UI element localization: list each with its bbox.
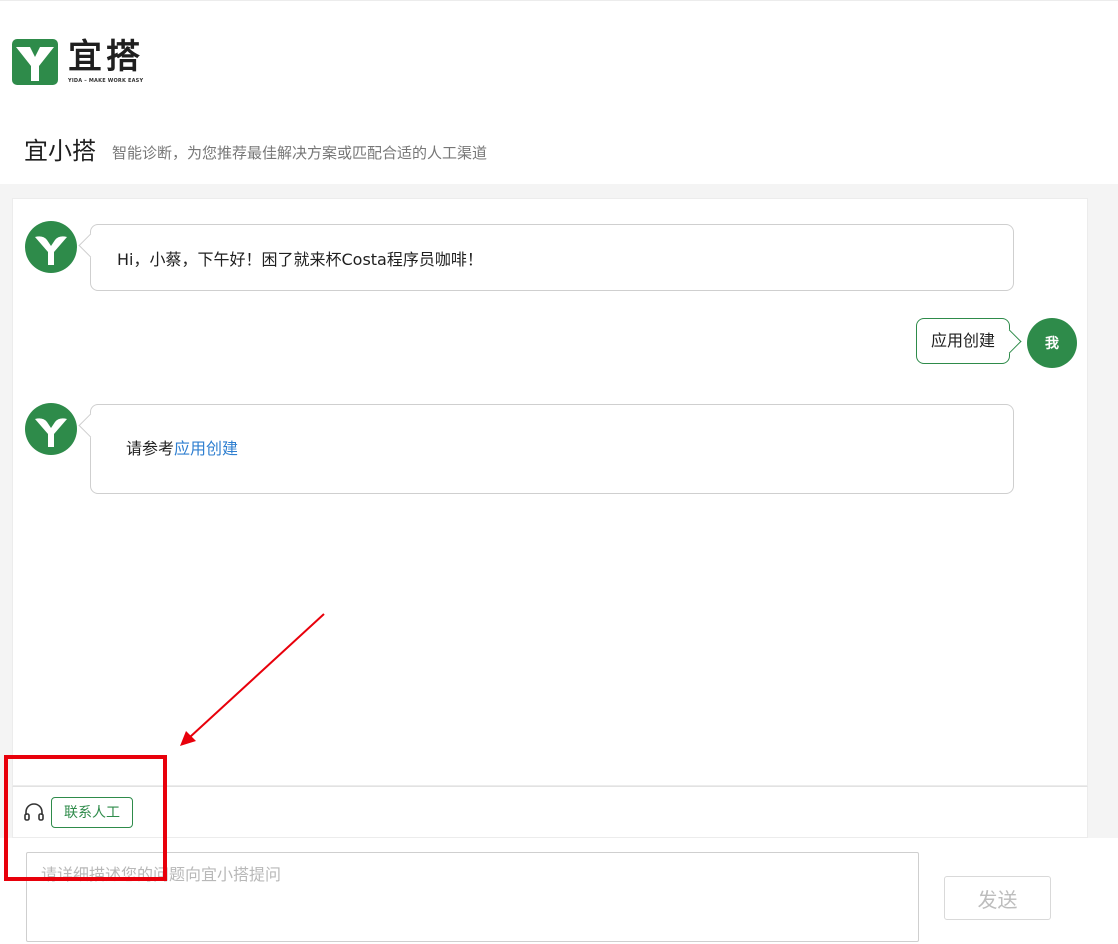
chat-toolbar: 联系人工	[12, 786, 1088, 838]
user-message-text: 应用创建	[931, 331, 996, 350]
bot-message-prefix: 请参考	[126, 439, 175, 458]
question-input[interactable]	[26, 852, 919, 942]
contact-human-button[interactable]: 联系人工	[51, 797, 133, 828]
user-avatar-label: 我	[1045, 336, 1059, 352]
bot-avatar-icon	[25, 403, 77, 455]
send-button[interactable]: 发送	[944, 876, 1051, 920]
chat-panel: Hi，小蔡，下午好！困了就来杯Costa程序员咖啡！ 应用创建 我 请参考应用创…	[12, 198, 1088, 786]
bot-message-bubble: 请参考应用创建	[90, 404, 1014, 494]
bot-message-text: Hi，小蔡，下午好！困了就来杯Costa程序员咖啡！	[117, 250, 483, 269]
logo-tagline: YIDA – MAKE WORK EASY	[68, 78, 144, 84]
headset-icon[interactable]	[23, 801, 45, 823]
page-title: 宜小搭	[24, 137, 96, 165]
yida-logo-icon	[12, 39, 58, 85]
doc-link-app-create[interactable]: 应用创建	[174, 439, 238, 458]
user-avatar: 我	[1027, 318, 1077, 368]
page-subtitle: 智能诊断，为您推荐最佳解决方案或匹配合适的人工渠道	[112, 144, 488, 162]
composer-area: 发送	[0, 838, 1118, 944]
logo-text: 宜搭	[68, 37, 144, 77]
user-message-bubble: 应用创建	[916, 318, 1011, 364]
yida-logo[interactable]: 宜搭 YIDA – MAKE WORK EASY	[12, 39, 144, 85]
bot-avatar-icon	[25, 221, 77, 273]
bot-message-bubble: Hi，小蔡，下午好！困了就来杯Costa程序员咖啡！	[90, 224, 1014, 291]
page-header: 宜搭 YIDA – MAKE WORK EASY 宜小搭 智能诊断，为您推荐最佳…	[0, 0, 1118, 184]
